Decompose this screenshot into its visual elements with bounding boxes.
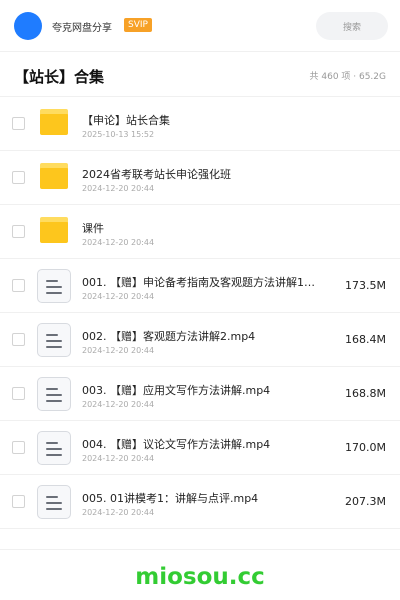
file-row[interactable]: 002. 【赠】客观题方法讲解2.mp4 2024-12-20 20:44 168.… <box>0 313 400 367</box>
file-row[interactable]: 004. 【赠】议论文写作方法讲解.mp4 2024-12-20 20:44 170… <box>0 421 400 475</box>
document-file-icon <box>37 323 71 357</box>
collection-header: 【站长】合集 共 460 项 · 65.2G <box>0 52 400 97</box>
item-name: 课件 <box>82 222 104 235</box>
item-date: 2024-12-20 20:44 <box>82 292 155 301</box>
select-checkbox[interactable] <box>12 279 25 292</box>
document-file-icon <box>37 377 71 411</box>
select-checkbox[interactable] <box>12 333 25 346</box>
item-name: 003. 【赠】应用文写作方法讲解.mp4 <box>82 384 271 397</box>
select-checkbox[interactable] <box>12 495 25 508</box>
document-file-icon <box>37 269 71 303</box>
item-size: 170.0M <box>345 441 386 454</box>
avatar[interactable] <box>14 12 42 40</box>
select-checkbox[interactable] <box>12 441 25 454</box>
select-checkbox[interactable] <box>12 171 25 184</box>
item-size: 168.8M <box>345 387 386 400</box>
select-checkbox[interactable] <box>12 225 25 238</box>
item-date: 2024-12-20 20:44 <box>82 184 155 193</box>
item-size: 168.4M <box>345 333 386 346</box>
folder-row[interactable]: 课件 2024-12-20 20:44 <box>0 205 400 259</box>
item-size: 173.5M <box>345 279 386 292</box>
folder-row[interactable]: 2024省考联考站长申论强化班 2024-12-20 20:44 <box>0 151 400 205</box>
item-name: 【申论】站长合集 <box>82 114 170 127</box>
select-checkbox[interactable] <box>12 117 25 130</box>
page-title: 【站长】合集 <box>14 68 105 86</box>
item-name: 005. 01讲模考1：讲解与点评.mp4 <box>82 492 259 505</box>
footer: miosou.cc <box>0 549 400 600</box>
select-checkbox[interactable] <box>12 387 25 400</box>
document-file-icon <box>37 431 71 465</box>
file-row[interactable]: 003. 【赠】应用文写作方法讲解.mp4 2024-12-20 20:44 168… <box>0 367 400 421</box>
item-date: 2024-12-20 20:44 <box>82 400 155 409</box>
item-date: 2024-12-20 20:44 <box>82 346 155 355</box>
item-name: 2024省考联考站长申论强化班 <box>82 168 231 181</box>
folder-icon <box>40 217 68 243</box>
document-file-icon <box>37 485 71 519</box>
folder-row[interactable]: 【申论】站长合集 2025-10-13 15:52 <box>0 97 400 151</box>
item-date: 2025-10-13 15:52 <box>82 130 155 139</box>
file-row[interactable]: 005. 01讲模考1：讲解与点评.mp4 2024-12-20 20:44 207… <box>0 475 400 529</box>
item-name: 001. 【赠】申论备考指南及客观题方法讲解1.mp4 <box>82 276 317 289</box>
item-name: 004. 【赠】议论文写作方法讲解.mp4 <box>82 438 271 451</box>
item-date: 2024-12-20 20:44 <box>82 238 155 247</box>
share-header: 夸克网盘分享 SVIP 搜索 <box>0 0 400 52</box>
item-date: 2024-12-20 20:44 <box>82 508 155 517</box>
sharer-name: 夸克网盘分享 <box>52 23 112 34</box>
folder-icon <box>40 163 68 189</box>
svip-badge: SVIP <box>124 18 152 32</box>
item-size: 207.3M <box>345 495 386 508</box>
item-date: 2024-12-20 20:44 <box>82 454 155 463</box>
item-name: 002. 【赠】客观题方法讲解2.mp4 <box>82 330 256 343</box>
collection-summary: 共 460 项 · 65.2G <box>309 72 387 82</box>
search-button[interactable]: 搜索 <box>316 12 388 40</box>
file-list: 【申论】站长合集 2025-10-13 15:52 2024省考联考站长申论强化班 2… <box>0 97 400 529</box>
file-row[interactable]: 001. 【赠】申论备考指南及客观题方法讲解1.mp4 2024-12-20 20… <box>0 259 400 313</box>
watermark-text: miosou.cc <box>135 564 265 590</box>
folder-icon <box>40 109 68 135</box>
